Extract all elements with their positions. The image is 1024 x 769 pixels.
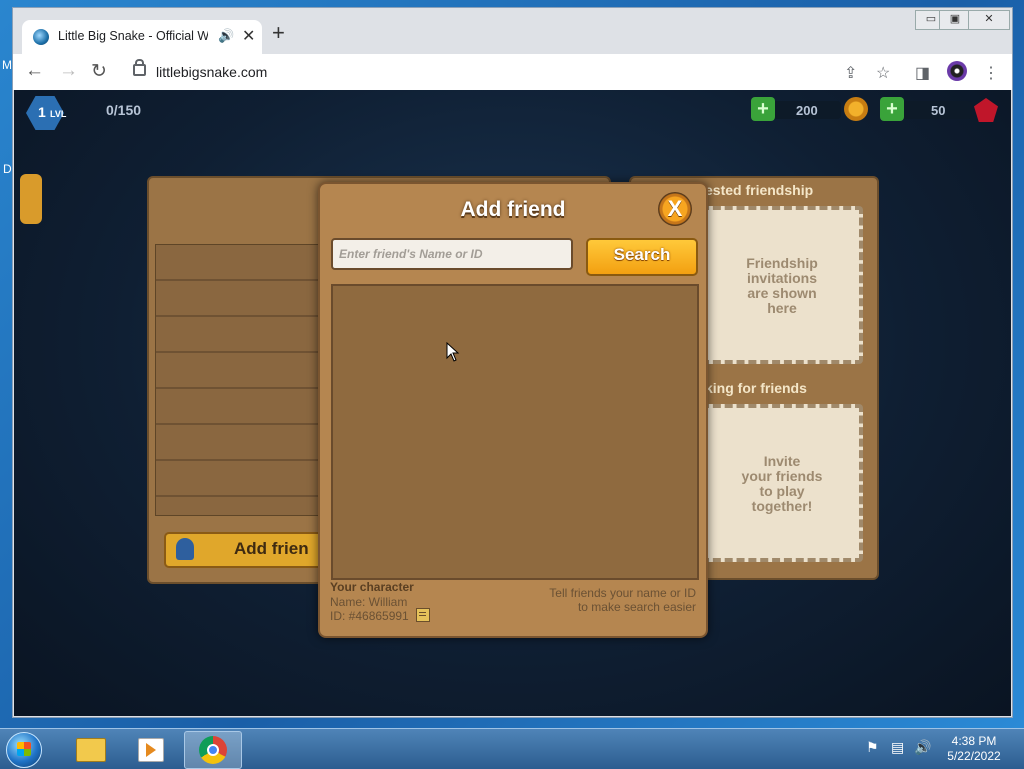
add-friend-button[interactable]: Add frien <box>164 532 328 568</box>
requests-text: Friendship <box>746 255 818 271</box>
invite-text: your friends <box>741 468 823 484</box>
person-search-icon <box>176 538 194 560</box>
side-panel-icon[interactable]: ◨ <box>915 63 930 83</box>
media-player-icon <box>138 738 164 762</box>
browser-tab[interactable]: Little Big Snake - Official We 🔊 ✕ <box>22 20 262 54</box>
close-window-button[interactable]: ✕ <box>968 10 1010 30</box>
url-text: littlebigsnake.com <box>156 64 268 80</box>
network-icon[interactable]: ▤ <box>891 739 904 756</box>
dialog-title: Add friend <box>460 198 566 221</box>
bookmark-star-icon[interactable]: ☆ <box>876 63 890 83</box>
lock-icon[interactable] <box>133 59 146 76</box>
search-hint: Tell friends your name or ID to make sea… <box>530 586 696 614</box>
requests-text: here <box>767 300 797 316</box>
looking-for-friends-title: king for friends <box>705 380 807 396</box>
hint-line: Tell friends your name or ID <box>549 586 696 600</box>
requested-friendship-title: ested friendship <box>705 182 814 198</box>
tab-title: Little Big Snake - Official We <box>58 29 208 43</box>
character-heading: Your character <box>330 580 414 594</box>
coin-icon <box>844 97 868 121</box>
clock-date: 5/22/2022 <box>947 749 1001 763</box>
character-id: ID: #46865991 <box>330 609 409 623</box>
chrome-icon <box>199 736 227 764</box>
xp-counter: 0/150 <box>106 102 142 118</box>
tab-strip: Little Big Snake - Official We 🔊 ✕ + ▭ ▣… <box>13 8 1012 54</box>
share-icon[interactable]: ⇪ <box>844 63 857 83</box>
speaker-icon[interactable]: 🔊 <box>218 28 234 44</box>
reload-icon[interactable]: ↻ <box>91 60 107 83</box>
system-clock[interactable]: 4:38 PM 5/22/2022 <box>944 734 1004 764</box>
mouse-cursor-icon <box>446 342 460 362</box>
add-friend-label: Add frien <box>234 539 309 558</box>
browser-toolbar: ← → ↻ littlebigsnake.com ⇪ ☆ ◨ ⋮ <box>13 54 1012 90</box>
requests-text: invitations <box>746 270 817 286</box>
requests-text: are shown <box>747 285 817 301</box>
close-tab-icon[interactable]: ✕ <box>242 26 255 46</box>
game-canvas: 1 LVL 0/150 + 200 + 50 Add frien ested f… <box>14 90 1011 716</box>
character-name: Name: William <box>330 595 408 609</box>
add-friend-dialog: Add friend X Search Your character Name:… <box>318 182 708 638</box>
level-badge: 1 LVL <box>20 94 80 130</box>
address-bar[interactable]: littlebigsnake.com <box>121 58 959 86</box>
add-coins-button[interactable]: + <box>751 97 775 121</box>
add-gems-button[interactable]: + <box>880 97 904 121</box>
back-icon[interactable]: ← <box>25 60 44 82</box>
volume-icon[interactable]: 🔊 <box>914 739 931 756</box>
desktop-icon-label: M <box>2 58 12 72</box>
forward-icon[interactable]: → <box>59 60 78 82</box>
search-button[interactable]: Search <box>586 238 698 276</box>
clock-time: 4:38 PM <box>951 734 997 748</box>
taskbar-media-player[interactable] <box>122 731 178 767</box>
maximize-button[interactable]: ▣ <box>939 10 971 30</box>
close-dialog-button[interactable]: X <box>658 192 692 226</box>
desktop-icon-label: D <box>3 162 12 176</box>
hint-line: to make search easier <box>577 600 696 614</box>
new-tab-button[interactable]: + <box>272 22 285 44</box>
invite-text: together! <box>751 498 813 514</box>
taskbar-explorer[interactable] <box>60 731 116 767</box>
friend-search-input[interactable] <box>331 238 573 270</box>
side-menu-tab[interactable] <box>20 174 42 224</box>
level-number: 1 <box>38 104 46 120</box>
gem-icon <box>974 98 998 122</box>
folder-icon <box>76 738 106 762</box>
profile-avatar-icon[interactable] <box>947 61 967 81</box>
invite-text: to play <box>759 483 805 499</box>
coins-value: 200 <box>796 103 818 118</box>
action-center-icon[interactable]: ⚑ <box>866 739 879 756</box>
start-button[interactable] <box>6 732 42 768</box>
invite-box: Invite your friends to play together! <box>701 404 863 562</box>
requests-box: Friendship invitations are shown here <box>701 206 863 364</box>
invite-text: Invite <box>763 453 801 469</box>
site-favicon-icon <box>33 29 49 45</box>
search-results-area <box>331 284 699 580</box>
taskbar: ⚑ ▤ 🔊 4:38 PM 5/22/2022 <box>0 728 1024 769</box>
menu-kebab-icon[interactable]: ⋮ <box>983 63 999 83</box>
copy-id-icon[interactable] <box>416 608 430 622</box>
browser-window: Little Big Snake - Official We 🔊 ✕ + ▭ ▣… <box>13 8 1012 717</box>
gems-value: 50 <box>931 103 946 118</box>
level-unit: LVL <box>50 109 67 119</box>
taskbar-chrome[interactable] <box>184 731 242 769</box>
